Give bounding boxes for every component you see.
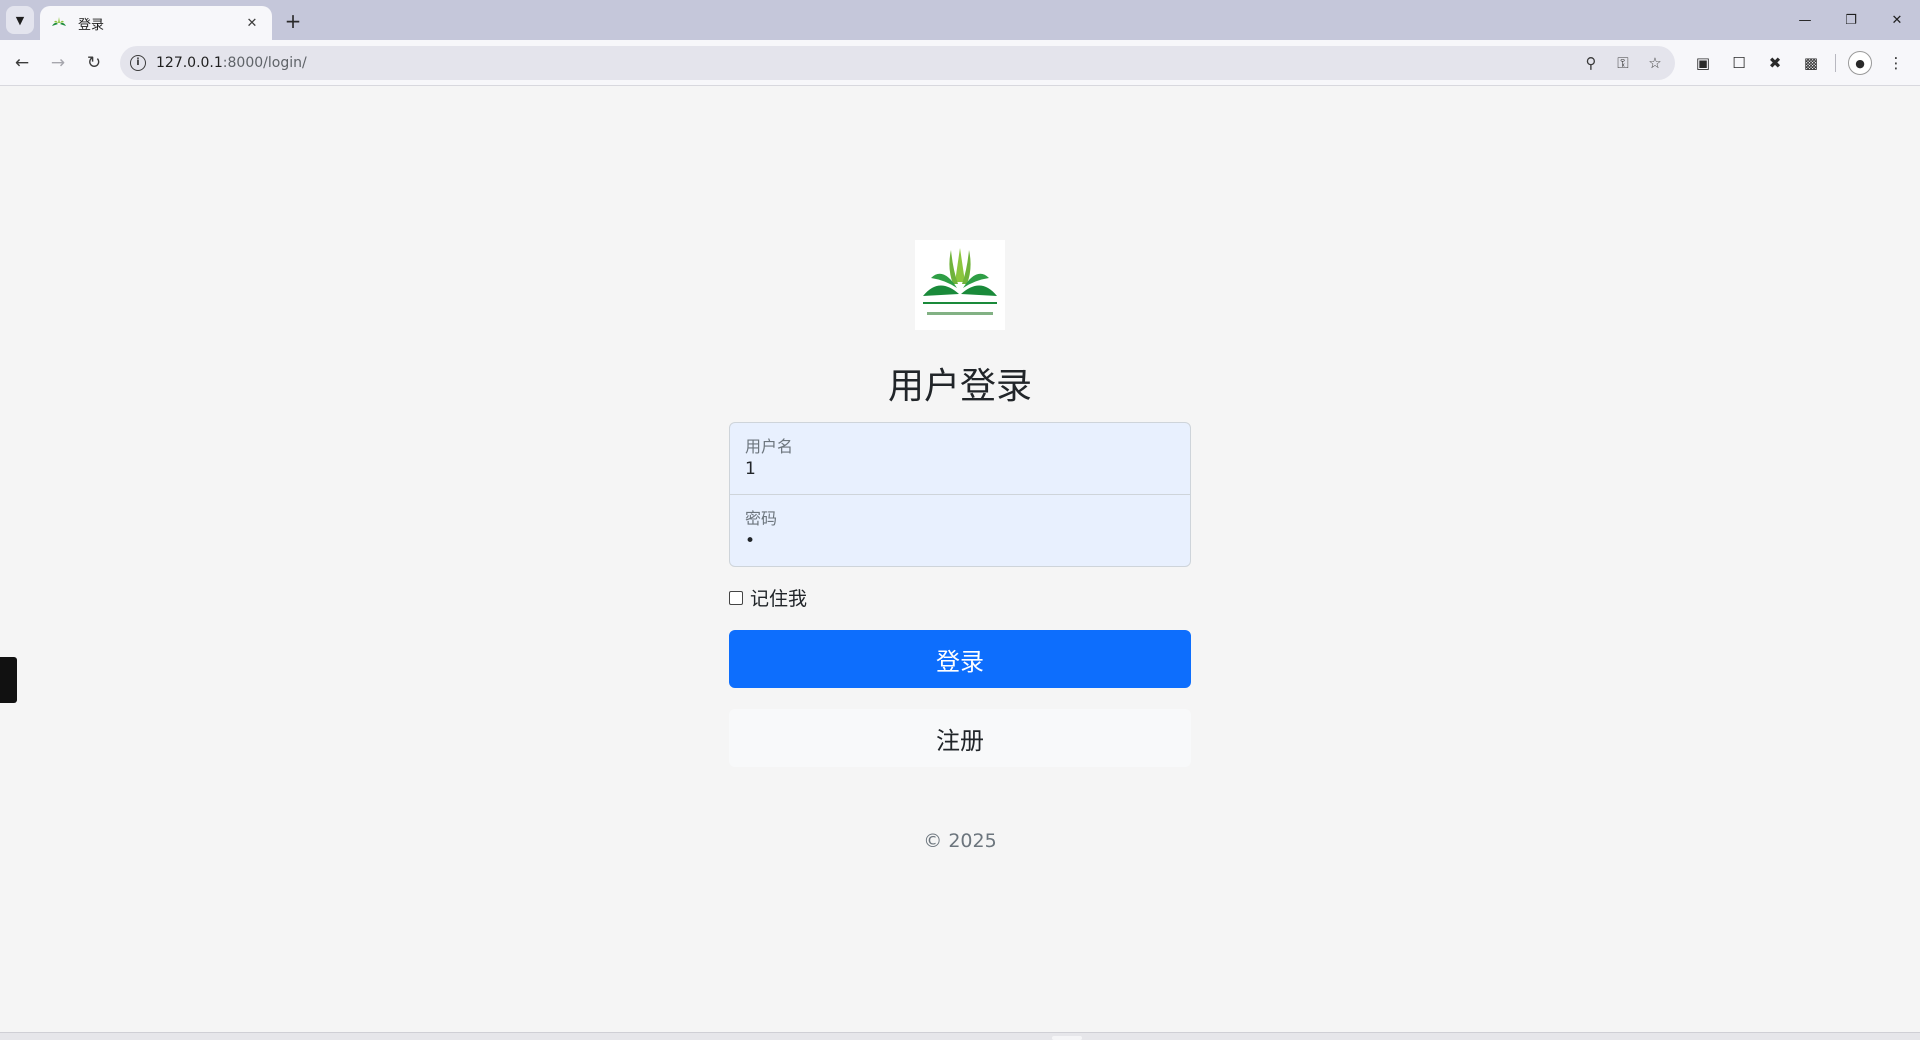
- url-text[interactable]: 127.0.0.1:8000/login/: [156, 55, 307, 71]
- password-input[interactable]: •: [745, 531, 1175, 551]
- tab-strip: ▼ 登录 ✕ + — ❐ ✕: [0, 0, 1920, 40]
- url-host: 127.0.0.1: [156, 55, 223, 71]
- forward-arrow-icon[interactable]: →: [44, 49, 72, 77]
- profile-avatar[interactable]: ●: [1842, 48, 1878, 78]
- remember-label[interactable]: 记住我: [750, 584, 807, 611]
- extension-x-icon[interactable]: ✖: [1757, 48, 1793, 78]
- scroll-handle[interactable]: [1052, 1036, 1082, 1040]
- puzzle-icon[interactable]: ▩: [1793, 48, 1829, 78]
- reload-icon[interactable]: ↻: [80, 49, 108, 77]
- avatar-icon: ●: [1848, 51, 1872, 75]
- address-bar[interactable]: i 127.0.0.1:8000/login/ ⚲ ⚿ ☆: [120, 46, 1675, 80]
- bottom-bar: [0, 1032, 1920, 1040]
- close-icon[interactable]: ✕: [242, 16, 262, 31]
- password-label: 密码: [745, 509, 778, 528]
- site-info-icon[interactable]: i: [130, 55, 146, 71]
- plus-icon[interactable]: +: [280, 8, 306, 34]
- page-content: 用户登录 用户名 1 密码 • 记住我 登录 注册 © 2025: [0, 87, 1920, 1032]
- username-input[interactable]: 1: [745, 459, 1175, 479]
- side-floating-widget[interactable]: [0, 657, 17, 703]
- copyright-text: © 2025: [923, 830, 997, 852]
- browser-toolbar: ← → ↻ i 127.0.0.1:8000/login/ ⚲ ⚿ ☆ ▣ ☐ …: [0, 40, 1920, 86]
- username-label: 用户名: [745, 437, 794, 456]
- zoom-icon[interactable]: ⚲: [1581, 54, 1601, 72]
- tab-title: 登录: [78, 17, 105, 33]
- chevron-down-icon[interactable]: ▼: [6, 6, 34, 34]
- restore-icon[interactable]: ❐: [1828, 0, 1874, 40]
- window-controls: — ❐ ✕: [1782, 0, 1920, 40]
- register-button[interactable]: 注册: [729, 709, 1191, 767]
- username-field[interactable]: 用户名 1: [729, 422, 1191, 495]
- bookmark-star-icon[interactable]: ☆: [1645, 54, 1665, 72]
- page-title: 用户登录: [887, 366, 1032, 407]
- url-path: :8000/login/: [222, 55, 307, 71]
- toolbar-divider: [1835, 54, 1836, 72]
- password-field[interactable]: 密码 •: [729, 494, 1191, 567]
- back-arrow-icon[interactable]: ←: [8, 49, 36, 77]
- remember-checkbox[interactable]: [729, 590, 743, 605]
- more-menu-icon[interactable]: ⋮: [1878, 48, 1914, 78]
- login-button[interactable]: 登录: [729, 630, 1191, 688]
- site-logo-icon: [52, 17, 66, 26]
- logo-icon: [915, 240, 1005, 330]
- bookmarks-icon[interactable]: ☐: [1721, 48, 1757, 78]
- password-key-icon[interactable]: ⚿: [1613, 54, 1633, 72]
- extension-a-icon[interactable]: ▣: [1685, 48, 1721, 78]
- remember-me[interactable]: 记住我: [729, 584, 807, 611]
- close-icon[interactable]: ✕: [1874, 0, 1920, 40]
- minimize-icon[interactable]: —: [1782, 0, 1828, 40]
- browser-tab[interactable]: 登录 ✕: [40, 6, 272, 40]
